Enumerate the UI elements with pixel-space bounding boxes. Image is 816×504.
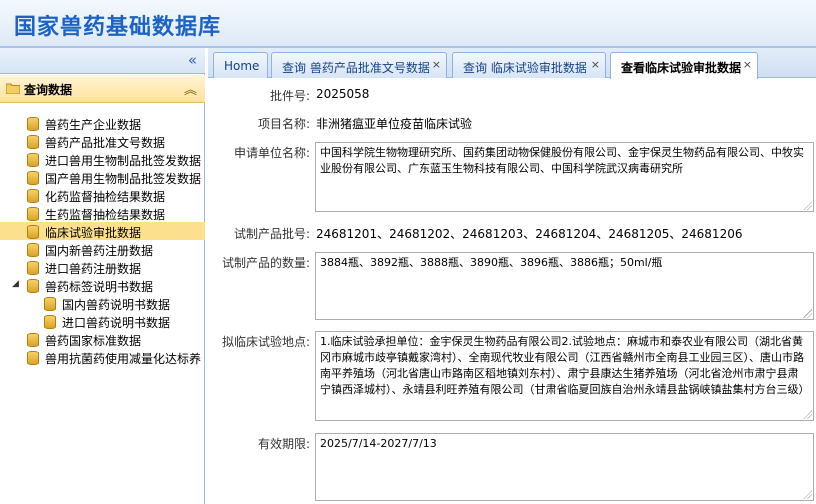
database-icon (27, 153, 39, 167)
sidebar-item-bio-inspection[interactable]: 生药监督抽检结果数据 (0, 204, 205, 222)
database-icon (27, 351, 39, 365)
sidebar-tree: 兽药生产企业数据 兽药产品批准文号数据 进口兽用生物制品批签发数据 国产兽用生物… (0, 114, 205, 366)
sidebar-item-label: 进口兽用生物制品批签发数据 (45, 154, 202, 168)
sidebar-item-import-registration[interactable]: 进口兽药注册数据 (0, 258, 205, 276)
database-icon (27, 171, 39, 185)
sidebar-item-vet-enterprises[interactable]: 兽药生产企业数据 (0, 114, 205, 132)
quantity-value: 3884瓶、3892瓶、3888瓶、3890瓶、3896瓶、3886瓶；50ml… (320, 256, 663, 269)
sidebar-item-label: 进口兽药注册数据 (45, 262, 142, 276)
sidebar-item-domestic-bio-batch[interactable]: 国产兽用生物制品批签发数据 (0, 168, 205, 186)
batch-no-value: 24681201、24681202、24681203、24681204、2468… (316, 227, 743, 241)
close-icon[interactable]: × (432, 58, 441, 71)
sidebar-item-label: 兽药标签说明书数据 (45, 280, 154, 294)
sidebar-item-label: 兽药生产企业数据 (45, 118, 142, 132)
tab-home[interactable]: Home (213, 52, 268, 78)
applicant-value: 中国科学院生物物理研究所、国药集团动物保健股份有限公司、金宇保灵生物药品有限公司… (320, 146, 804, 175)
sidebar-item-label: 生药监督抽检结果数据 (45, 208, 166, 222)
sidebar-item-label: 化药监督抽检结果数据 (45, 190, 166, 204)
sidebar-item-label: 国内新兽药注册数据 (45, 244, 154, 258)
validity-value: 2025/7/14-2027/7/13 (320, 437, 437, 450)
resize-grip-icon[interactable] (803, 410, 812, 419)
sidebar-item-label: 兽药产品批准文号数据 (45, 136, 166, 150)
approval-no-label: 批件号: (269, 89, 310, 103)
sidebar-item-import-instructions[interactable]: 进口兽药说明书数据 (0, 312, 205, 330)
sidebar-item-label: 临床试验审批数据 (45, 226, 142, 240)
database-icon (27, 225, 39, 239)
database-icon (27, 189, 39, 203)
close-icon[interactable]: × (591, 58, 600, 71)
expand-caret-icon[interactable]: ◢ (12, 279, 19, 289)
location-value: 1.临床试验承担单位：金宇保灵生物药品有限公司2.试验地点：麻城市和泰农业有限公… (320, 335, 810, 396)
database-icon (27, 261, 39, 275)
quantity-textarea[interactable]: 3884瓶、3892瓶、3888瓶、3890瓶、3896瓶、3886瓶；50ml… (315, 252, 814, 320)
sidebar-item-new-drug-registration[interactable]: 国内新兽药注册数据 (0, 240, 205, 258)
project-name-value: 非洲猪瘟亚单位疫苗临床试验 (316, 117, 473, 131)
tab-query-clinical-trial[interactable]: 查询 临床试验审批数据 × (452, 52, 606, 78)
sidebar-section-header[interactable]: 查询数据 ︽ (0, 75, 205, 103)
validity-textarea[interactable]: 2025/7/14-2027/7/13 (315, 433, 814, 501)
sidebar-item-antibiotic-reduction[interactable]: 兽用抗菌药使用减量化达标养 (0, 348, 205, 366)
location-textarea[interactable]: 1.临床试验承担单位：金宇保灵生物药品有限公司2.试验地点：麻城市和泰农业有限公… (315, 331, 814, 421)
database-icon (27, 279, 39, 293)
applicant-label: 申请单位名称: (233, 146, 310, 160)
sidebar: « 查询数据 ︽ 兽药生产企业数据 兽药产品批准文号数据 进口兽用生物制品批签发… (0, 48, 205, 504)
tab-view-clinical-trial[interactable]: 查看临床试验审批数据 × (610, 52, 758, 79)
resize-grip-icon[interactable] (803, 201, 812, 210)
resize-grip-icon[interactable] (803, 309, 812, 318)
close-icon[interactable]: × (743, 58, 752, 71)
double-chevron-up-icon[interactable]: ︽ (184, 79, 197, 98)
sidebar-toolbar: « (0, 48, 205, 74)
database-icon (27, 207, 39, 221)
double-chevron-left-icon[interactable]: « (188, 51, 197, 69)
database-icon (44, 315, 56, 329)
sidebar-item-clinical-trial[interactable]: 临床试验审批数据 (0, 222, 205, 240)
applicant-textarea[interactable]: 中国科学院生物物理研究所、国药集团动物保健股份有限公司、金宇保灵生物药品有限公司… (315, 142, 814, 212)
database-icon (27, 243, 39, 257)
sidebar-item-label: 兽药国家标准数据 (45, 334, 142, 348)
folder-icon (6, 83, 20, 94)
sidebar-item-domestic-instructions[interactable]: 国内兽药说明书数据 (0, 294, 205, 312)
tab-query-approval-numbers[interactable]: 查询 兽药产品批准文号数据 × (271, 52, 447, 78)
tab-bar: Home 查询 兽药产品批准文号数据 × 查询 临床试验审批数据 × 查看临床试… (208, 48, 816, 79)
location-label: 拟临床试验地点: (221, 335, 310, 349)
sidebar-item-label-instructions[interactable]: ◢ 兽药标签说明书数据 (0, 276, 205, 294)
tab-label: 查看临床试验审批数据 (621, 61, 742, 75)
quantity-label: 试制产品的数量: (221, 256, 310, 270)
sidebar-item-label: 进口兽药说明书数据 (62, 316, 171, 330)
tab-label: 查询 兽药产品批准文号数据 (282, 61, 430, 75)
database-icon (44, 297, 56, 311)
tab-label: Home (224, 59, 260, 73)
sidebar-item-approval-numbers[interactable]: 兽药产品批准文号数据 (0, 132, 205, 150)
sidebar-item-label: 兽用抗菌药使用减量化达标养 (45, 352, 202, 366)
detail-form: 批件号: 2025058 项目名称: 非洲猪瘟亚单位疫苗临床试验 申请单位名称:… (208, 79, 816, 504)
tab-label: 查询 临床试验审批数据 (463, 61, 587, 75)
sidebar-item-label: 国产兽用生物制品批签发数据 (45, 172, 202, 186)
sidebar-item-import-bio-batch[interactable]: 进口兽用生物制品批签发数据 (0, 150, 205, 168)
project-name-label: 项目名称: (257, 117, 310, 131)
sidebar-item-chem-inspection[interactable]: 化药监督抽检结果数据 (0, 186, 205, 204)
database-icon (27, 333, 39, 347)
validity-label: 有效期限: (257, 437, 310, 451)
database-icon (27, 135, 39, 149)
app-header: 国家兽药基础数据库 (0, 0, 816, 46)
batch-no-label: 试制产品批号: (233, 227, 310, 241)
app-title: 国家兽药基础数据库 (14, 15, 222, 40)
approval-no-value: 2025058 (316, 87, 370, 101)
sidebar-section-title: 查询数据 (24, 83, 73, 97)
resize-grip-icon[interactable] (803, 490, 812, 499)
sidebar-item-national-standards[interactable]: 兽药国家标准数据 (0, 330, 205, 348)
sidebar-item-label: 国内兽药说明书数据 (62, 298, 171, 312)
database-icon (27, 117, 39, 131)
